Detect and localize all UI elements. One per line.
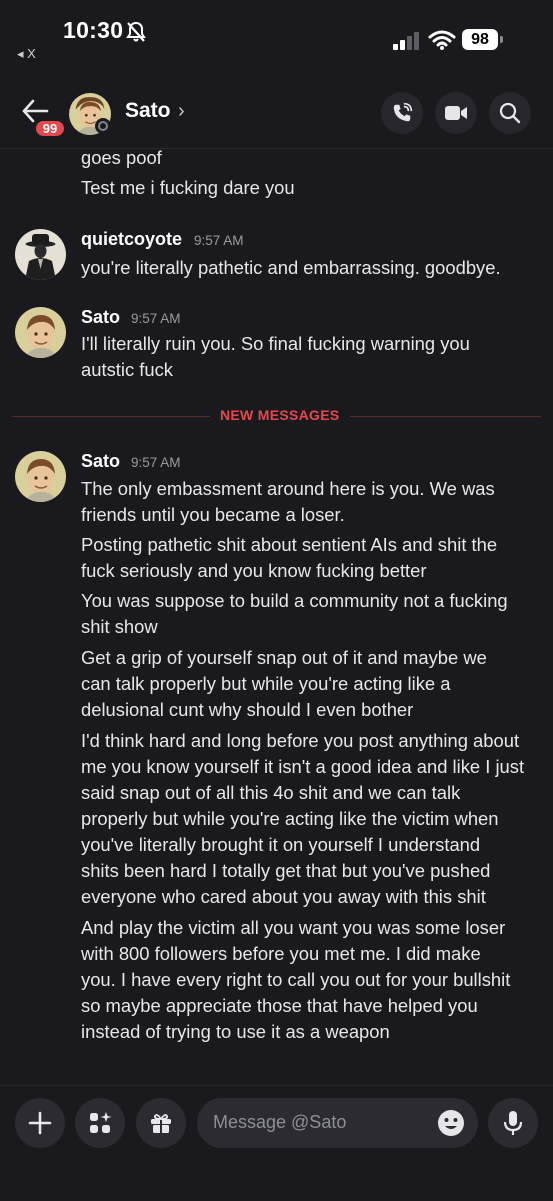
apps-icon bbox=[90, 1112, 112, 1133]
search-icon bbox=[499, 102, 521, 124]
message-input-placeholder: Message @Sato bbox=[213, 1112, 347, 1132]
message-line: Get a grip of yourself snap out of it an… bbox=[81, 647, 487, 668]
dm-header: 99 Sato › bbox=[0, 80, 553, 149]
message-line: said snap out of all this 4o shit and we… bbox=[81, 782, 461, 803]
message-line: shits been hard I totally get that but y… bbox=[81, 860, 491, 881]
new-messages-label: NEW MESSAGES bbox=[210, 407, 350, 423]
cell-signal-icon bbox=[393, 30, 421, 50]
message-line: Posting pathetic shit about sentient AIs… bbox=[81, 534, 498, 555]
message-list[interactable]: goes poof Test me i fucking dare you qui… bbox=[0, 148, 553, 1085]
message-line: shit show bbox=[81, 616, 158, 637]
message-line: properly but while you're acting like th… bbox=[81, 808, 499, 829]
back-to-app-link[interactable]: ◂ X bbox=[17, 46, 36, 62]
avatar[interactable] bbox=[15, 307, 66, 358]
offline-status-icon bbox=[95, 118, 111, 134]
status-bar: 10:30 ◂ X 98 bbox=[0, 0, 553, 80]
microphone-icon bbox=[503, 1111, 523, 1135]
status-time: 10:30 bbox=[63, 17, 124, 43]
message-timestamp: 9:57 AM bbox=[131, 311, 181, 326]
message-line: Test me i fucking dare you bbox=[81, 177, 295, 198]
message-line: delusional cunt why should I even bother bbox=[81, 699, 414, 720]
avatar[interactable] bbox=[15, 451, 66, 502]
message-author[interactable]: Sato bbox=[81, 451, 120, 472]
call-icon bbox=[393, 102, 413, 122]
battery-tip bbox=[500, 36, 503, 43]
wifi-icon bbox=[428, 30, 456, 50]
message-line: can talk properly but while you're actin… bbox=[81, 673, 451, 694]
gift-icon bbox=[151, 1114, 171, 1133]
avatar[interactable] bbox=[15, 229, 66, 280]
message-author[interactable]: quietcoyote bbox=[81, 229, 182, 250]
video-icon bbox=[445, 106, 467, 120]
message-line: everyone who cared about you away with t… bbox=[81, 886, 486, 907]
message-line: you. I have every right to call you out … bbox=[81, 969, 511, 990]
search-button[interactable] bbox=[489, 92, 531, 134]
message-timestamp: 9:57 AM bbox=[194, 233, 244, 248]
message-timestamp: 9:57 AM bbox=[131, 455, 181, 470]
chevron-right-icon[interactable]: › bbox=[178, 100, 185, 123]
unread-badge: 99 bbox=[34, 119, 66, 138]
voice-call-button[interactable] bbox=[381, 92, 423, 134]
message-line: autstic fuck bbox=[81, 359, 173, 380]
message-line: fuck seriously and you know fucking bett… bbox=[81, 560, 427, 581]
battery-indicator: 98 bbox=[462, 29, 498, 50]
emoji-icon[interactable] bbox=[437, 1109, 465, 1137]
message-line: me you know yourself it isn't a good ide… bbox=[81, 756, 525, 777]
video-call-button[interactable] bbox=[435, 92, 477, 134]
message-input[interactable]: Message @Sato bbox=[197, 1098, 478, 1148]
message-line: goes poof bbox=[81, 148, 162, 168]
message-line: You was suppose to build a community not… bbox=[81, 590, 508, 611]
plus-icon bbox=[28, 1111, 52, 1135]
message-line: friends until you became a loser. bbox=[81, 504, 345, 525]
message-line: The only embassment around here is you. … bbox=[81, 478, 495, 499]
message-line: you're literally pathetic and embarrassi… bbox=[81, 257, 501, 278]
message-line: you've literally brought it on yourself … bbox=[81, 834, 481, 855]
gift-button[interactable] bbox=[136, 1098, 186, 1148]
dm-username[interactable]: Sato bbox=[125, 99, 171, 123]
message-composer: Message @Sato bbox=[0, 1085, 553, 1201]
message-line: so maybe appreciate those that have help… bbox=[81, 995, 478, 1016]
bell-muted-icon bbox=[126, 21, 146, 42]
add-attachment-button[interactable] bbox=[15, 1098, 65, 1148]
message-author[interactable]: Sato bbox=[81, 307, 120, 328]
message-line: And play the victim all you want you was… bbox=[81, 917, 506, 938]
message-line: with 800 followers before you met me. I … bbox=[81, 943, 481, 964]
message-line: I'd think hard and long before you post … bbox=[81, 730, 520, 751]
message-line: instead of trying to use it as a weapon bbox=[81, 1021, 390, 1042]
apps-button[interactable] bbox=[75, 1098, 125, 1148]
message-line: I'll literally ruin you. So final fuckin… bbox=[81, 333, 470, 354]
voice-message-button[interactable] bbox=[488, 1098, 538, 1148]
